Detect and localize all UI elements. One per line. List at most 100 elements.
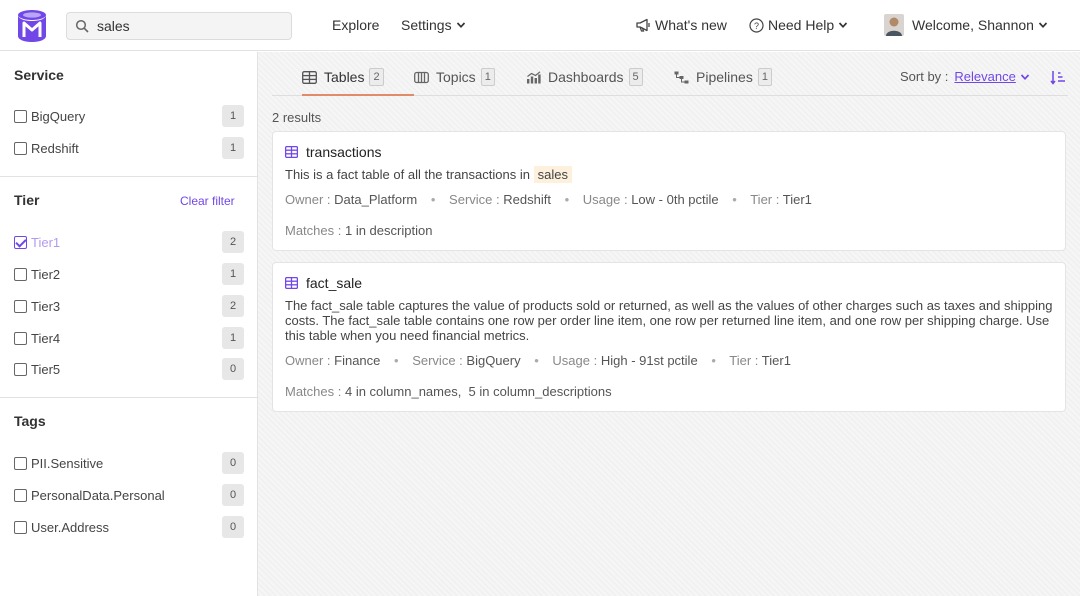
user-menu[interactable]: Welcome, Shannon	[884, 14, 1048, 36]
settings-menu[interactable]: Settings	[401, 17, 466, 33]
table-icon	[285, 277, 298, 289]
need-help-menu[interactable]: ? Need Help	[749, 17, 848, 33]
welcome-label: Welcome, Shannon	[912, 17, 1034, 33]
search-input[interactable]	[97, 18, 287, 34]
filter-item-personaldata-personal[interactable]: PersonalData.Personal 0	[14, 484, 244, 506]
entity-tabs: Tables 2 Topics 1 Dashboards 5 Pipelines…	[272, 52, 1068, 96]
chevron-down-icon[interactable]	[1020, 72, 1030, 82]
separator-dot: •	[534, 353, 539, 368]
matches-value: 4 in column_names, 5 in column_descripti…	[344, 384, 612, 399]
filter-label: Redshift	[31, 140, 79, 156]
matches-value: 1 in description	[344, 223, 433, 238]
filter-item-pii-sensitive[interactable]: PII.Sensitive 0	[14, 452, 244, 474]
result-matches: Matches : 1 in description	[285, 223, 432, 238]
filter-item-tier2[interactable]: Tier2 1	[14, 263, 244, 285]
result-card: transactions This is a fact table of all…	[272, 131, 1066, 251]
pipeline-icon	[674, 71, 689, 83]
sort-order-icon[interactable]	[1050, 69, 1066, 85]
tab-label: Tables	[324, 69, 365, 85]
usage-value: High - 91st pctile	[600, 353, 698, 368]
megaphone-icon	[636, 18, 650, 32]
tab-count: 2	[369, 68, 384, 86]
table-icon	[302, 70, 317, 84]
result-matches: Matches : 4 in column_names, 5 in column…	[285, 384, 612, 399]
help-circle-icon: ?	[749, 17, 764, 33]
filter-count: 2	[222, 231, 244, 253]
filter-item-redshift[interactable]: Redshift 1	[14, 137, 244, 159]
checkbox[interactable]	[14, 362, 27, 376]
checkbox[interactable]	[14, 109, 27, 123]
checkbox[interactable]	[14, 520, 27, 534]
filter-item-tier1[interactable]: Tier1 2	[14, 231, 244, 253]
explore-label: Explore	[332, 17, 380, 33]
result-description: This is a fact table of all the transact…	[285, 166, 1057, 183]
filter-count: 1	[222, 137, 244, 159]
filter-label: BigQuery	[31, 108, 86, 124]
search-highlight: sales	[533, 166, 572, 183]
search-box[interactable]	[66, 12, 292, 40]
checkbox[interactable]	[14, 456, 27, 470]
tab-tables[interactable]: Tables 2	[302, 68, 384, 86]
tab-dashboards[interactable]: Dashboards 5	[526, 68, 643, 86]
whats-new-button[interactable]: What's new	[635, 17, 727, 33]
checkbox[interactable]	[14, 141, 27, 155]
owner-value: Finance	[334, 353, 381, 368]
results-count: 2 results	[272, 110, 322, 125]
filter-item-user-address[interactable]: User.Address 0	[14, 516, 244, 538]
service-value: BigQuery	[466, 353, 521, 368]
checkbox-checked[interactable]	[14, 235, 27, 249]
separator-dot: •	[430, 192, 436, 207]
filter-label: Tier3	[31, 298, 61, 314]
separator-dot: •	[394, 353, 399, 368]
filter-item-tier3[interactable]: Tier3 2	[14, 295, 244, 317]
topic-icon	[414, 71, 429, 83]
filter-count: 1	[222, 327, 244, 349]
clear-filter-link[interactable]: Clear filter	[180, 194, 235, 208]
separator-dot: •	[564, 192, 570, 207]
usage-key: Usage :	[552, 353, 598, 368]
filter-count: 0	[222, 358, 244, 380]
table-icon	[285, 146, 298, 158]
checkbox[interactable]	[14, 299, 27, 313]
search-icon	[75, 19, 89, 33]
sort-relevance-dropdown[interactable]: Relevance	[954, 69, 1015, 84]
tab-label: Pipelines	[696, 69, 753, 85]
filter-item-tier5[interactable]: Tier5 0	[14, 358, 244, 380]
tier-value: Tier1	[782, 192, 812, 207]
sort-label: Sort by :	[900, 69, 949, 84]
service-key: Service :	[412, 353, 463, 368]
result-description: The fact_sale table captures the value o…	[285, 298, 1053, 343]
result-title-link[interactable]: transactions	[285, 144, 381, 160]
owner-value: Data_Platform	[334, 192, 418, 207]
filter-label: Tier2	[31, 266, 61, 282]
result-meta: Owner : Finance • Service : BigQuery • U…	[285, 353, 791, 368]
tier-filter-title: Tier	[14, 192, 40, 208]
chevron-down-icon	[1038, 22, 1048, 29]
tier-value: Tier1	[761, 353, 791, 368]
openmetadata-logo[interactable]	[16, 9, 48, 43]
avatar	[884, 14, 904, 36]
tab-count: 5	[628, 68, 643, 86]
filter-item-tier4[interactable]: Tier4 1	[14, 327, 244, 349]
checkbox[interactable]	[14, 267, 27, 281]
filter-label: PersonalData.Personal	[31, 487, 165, 503]
result-card: fact_sale The fact_sale table captures t…	[272, 262, 1066, 412]
checkbox[interactable]	[14, 488, 27, 502]
chevron-down-icon	[456, 22, 465, 29]
filter-count: 1	[222, 263, 244, 285]
divider	[0, 176, 257, 177]
explore-link[interactable]: Explore	[332, 17, 379, 33]
tab-pipelines[interactable]: Pipelines 1	[674, 68, 772, 86]
separator-dot: •	[732, 192, 737, 207]
tab-topics[interactable]: Topics 1	[414, 68, 495, 86]
checkbox[interactable]	[14, 331, 27, 345]
result-title-link[interactable]: fact_sale	[285, 275, 362, 291]
filter-label: Tier4	[31, 330, 61, 346]
filter-item-bigquery[interactable]: BigQuery 1	[14, 105, 244, 127]
settings-label: Settings	[401, 17, 452, 33]
filter-sidebar: Service BigQuery 1 Redshift 1 Tier Clear…	[0, 52, 258, 596]
tier-key: Tier :	[729, 353, 759, 368]
whats-new-label: What's new	[655, 17, 727, 33]
owner-key: Owner :	[285, 192, 331, 207]
divider	[0, 397, 257, 398]
